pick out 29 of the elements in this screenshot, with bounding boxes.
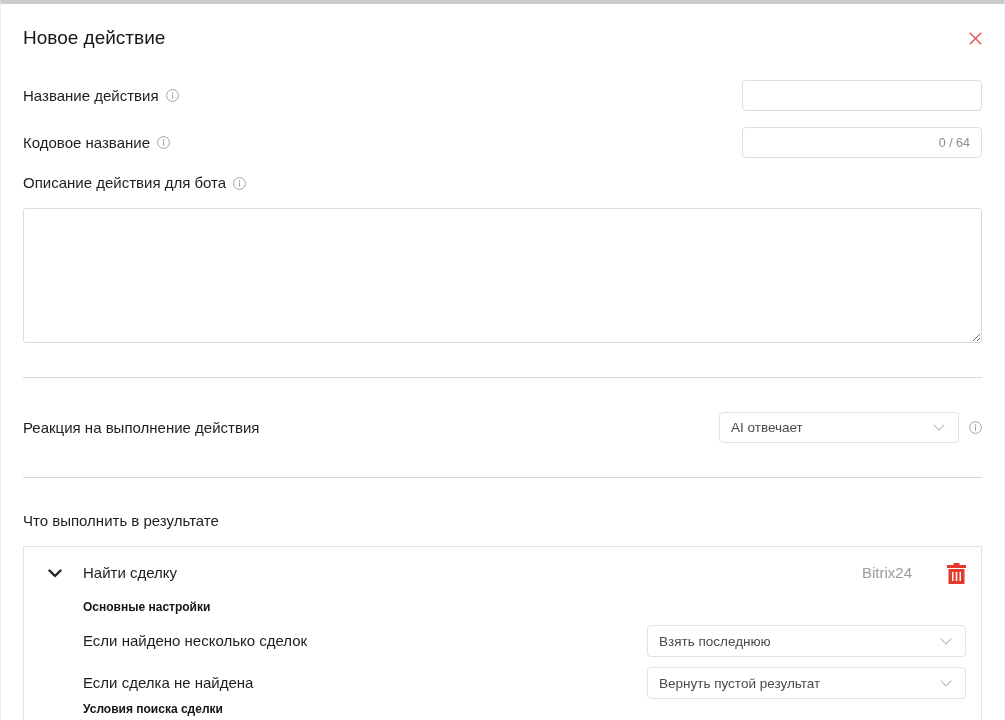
field-label: Описание действия для бота [23, 173, 227, 193]
chevron-down-icon [940, 637, 952, 645]
setting-label: Если сделка не найдена [83, 673, 254, 693]
info-icon [157, 136, 170, 149]
source-label: Bitrix24 [861, 563, 912, 583]
trash-icon[interactable] [947, 562, 966, 584]
section-heading: Основные настройки [83, 599, 211, 615]
info-icon [969, 421, 982, 434]
action-name: Найти сделку [83, 563, 178, 583]
setting-label: Если найдено несколько сделок [83, 631, 308, 651]
dropdown[interactable]: Вернуть пустой результат [647, 667, 966, 699]
character-counter: 0 / 64 [938, 135, 970, 150]
dialog-title: Новое действие [23, 26, 166, 50]
close-icon[interactable] [969, 31, 982, 45]
section-title: Что выполнить в результате [23, 511, 219, 531]
textarea-field[interactable] [23, 208, 982, 343]
dropdown[interactable]: AI отвечает [719, 412, 959, 443]
section-heading: Условия поиска сделки [83, 702, 223, 717]
field-label: Реакция на выполнение действия [23, 417, 260, 438]
field-label: Название действия [23, 85, 159, 106]
info-icon [233, 176, 247, 190]
field-label: Кодовое название [23, 132, 150, 153]
chevron-down-icon [940, 679, 952, 687]
input-field[interactable]: 0 / 64 [742, 127, 982, 158]
dropdown[interactable]: Взять последнюю [647, 625, 966, 657]
input-field[interactable] [742, 80, 982, 111]
info-icon [165, 89, 179, 102]
chevron-down-icon [933, 424, 945, 431]
chevron-down-icon[interactable] [48, 568, 62, 578]
